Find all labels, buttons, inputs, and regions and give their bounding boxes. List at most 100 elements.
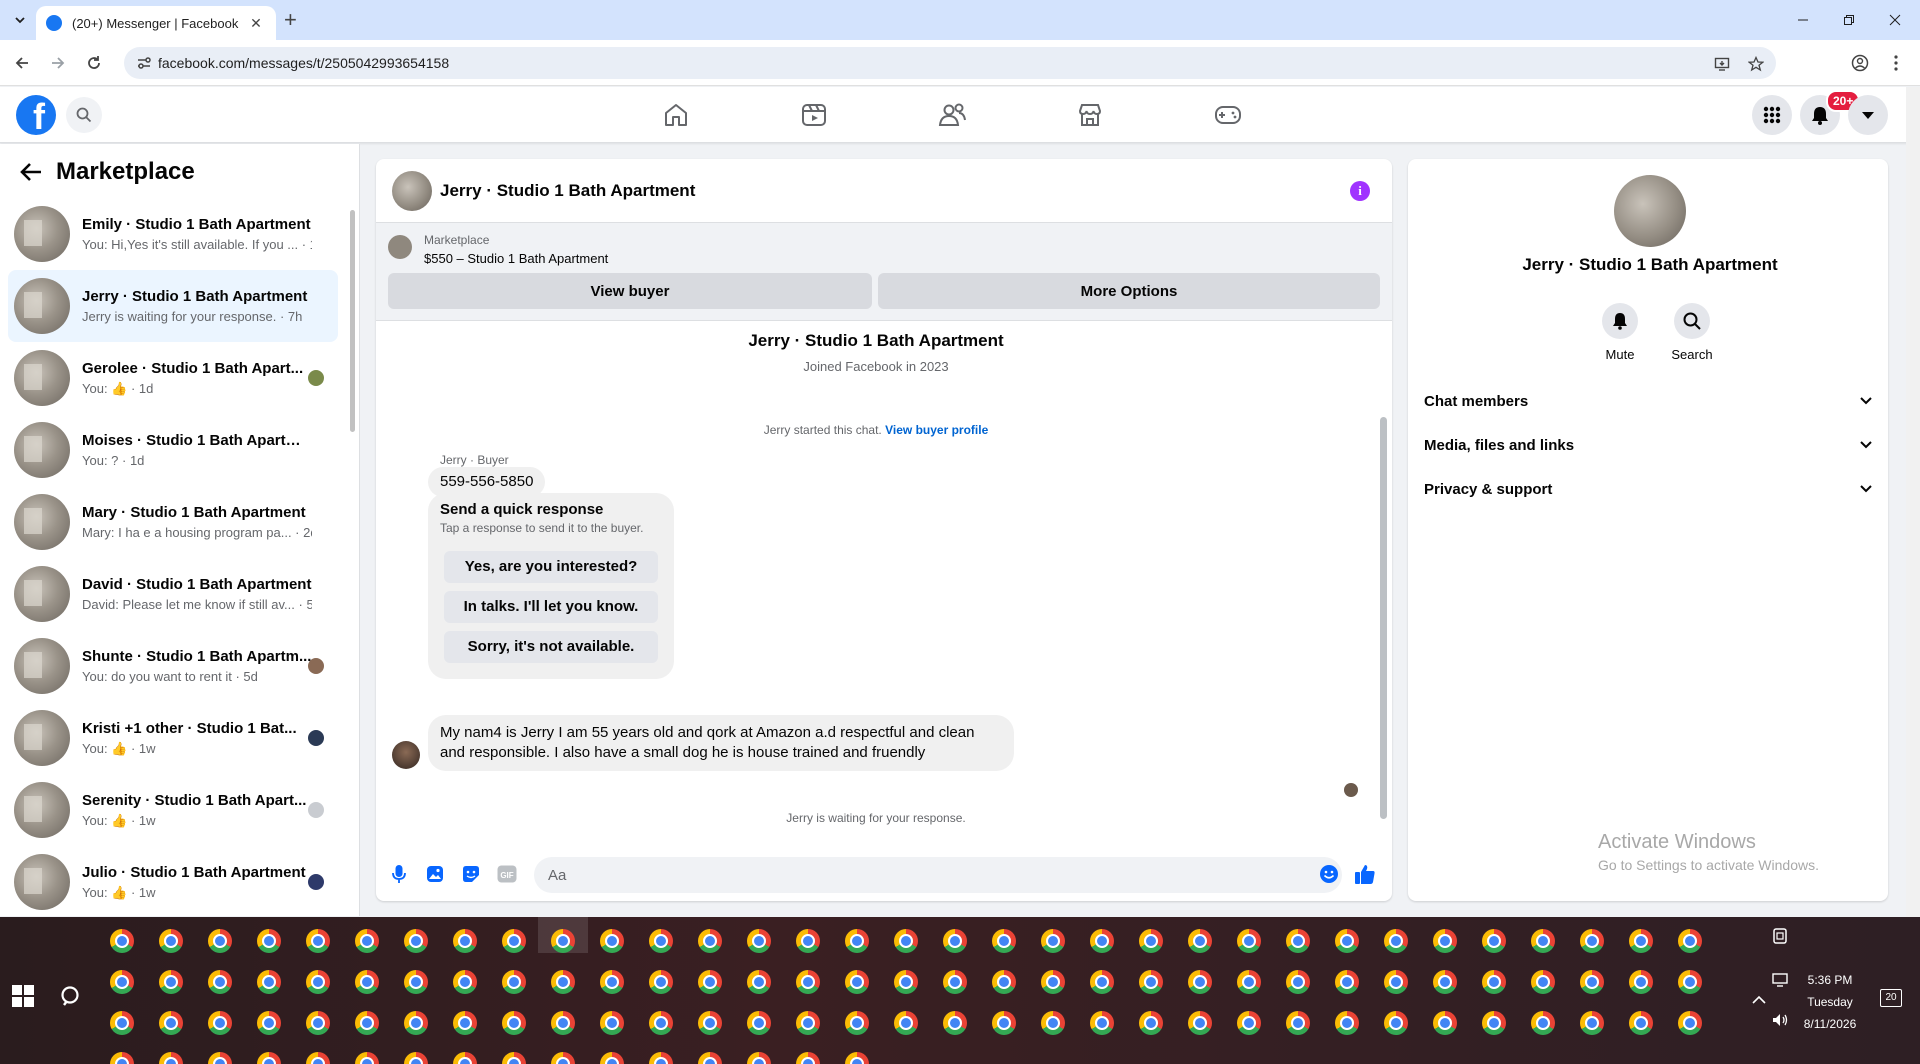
chrome-taskbar-icon[interactable]: [1139, 1011, 1163, 1035]
chrome-taskbar-icon[interactable]: [992, 970, 1016, 994]
chrome-taskbar-icon[interactable]: [747, 970, 771, 994]
chat-title[interactable]: Jerry · Studio 1 Bath Apartment: [440, 181, 695, 201]
chrome-taskbar-icon[interactable]: [845, 970, 869, 994]
facebook-logo[interactable]: f: [16, 95, 56, 135]
chrome-taskbar-icon[interactable]: [1188, 970, 1212, 994]
chrome-taskbar-icon[interactable]: [110, 929, 134, 953]
chrome-taskbar-icon[interactable]: [1482, 1011, 1506, 1035]
chrome-taskbar-icon[interactable]: [1580, 1011, 1604, 1035]
chrome-taskbar-icon[interactable]: [257, 1052, 281, 1064]
info-icon[interactable]: i: [1350, 181, 1370, 201]
chrome-taskbar-icon[interactable]: [502, 970, 526, 994]
chrome-taskbar-icon[interactable]: [257, 929, 281, 953]
chrome-taskbar-icon[interactable]: [1531, 970, 1555, 994]
chat-members-section[interactable]: Chat members: [1424, 383, 1872, 419]
chrome-taskbar-icon[interactable]: [1629, 929, 1653, 953]
chrome-taskbar-icon[interactable]: [796, 929, 820, 953]
chrome-taskbar-icon[interactable]: [1678, 929, 1702, 953]
chrome-taskbar-icon[interactable]: [404, 1052, 428, 1064]
chrome-taskbar-icon[interactable]: [1188, 929, 1212, 953]
chrome-taskbar-icon[interactable]: [1237, 970, 1261, 994]
chrome-taskbar-icon[interactable]: [1139, 929, 1163, 953]
chrome-taskbar-icon[interactable]: [502, 929, 526, 953]
account-button[interactable]: [1848, 95, 1888, 135]
chrome-taskbar-icon[interactable]: [502, 1011, 526, 1035]
chrome-taskbar-icon[interactable]: [208, 929, 232, 953]
chrome-taskbar-icon[interactable]: [159, 970, 183, 994]
privacy-support-section[interactable]: Privacy & support: [1424, 471, 1872, 507]
chrome-taskbar-icon[interactable]: [1433, 929, 1457, 953]
chrome-taskbar-icon[interactable]: [159, 1011, 183, 1035]
chrome-taskbar-icon[interactable]: [1384, 1011, 1408, 1035]
chrome-taskbar-icon[interactable]: [1188, 1011, 1212, 1035]
chrome-taskbar-icon[interactable]: [1090, 929, 1114, 953]
search-in-conversation-button[interactable]: [1674, 303, 1710, 339]
chat-scrollbar-thumb[interactable]: [1380, 417, 1387, 819]
chrome-taskbar-icon[interactable]: [649, 929, 673, 953]
tray-clock[interactable]: 5:36 PM Tuesday 8/11/2026: [1802, 969, 1858, 1035]
chrome-taskbar-icon[interactable]: [649, 970, 673, 994]
chrome-taskbar-icon[interactable]: [1531, 1011, 1555, 1035]
chrome-taskbar-icon[interactable]: [1090, 1011, 1114, 1035]
chrome-taskbar-icon[interactable]: [698, 1011, 722, 1035]
chrome-taskbar-icon[interactable]: [943, 1011, 967, 1035]
chrome-taskbar-icon[interactable]: [1041, 929, 1065, 953]
chrome-taskbar-icon[interactable]: [1580, 970, 1604, 994]
nav-video[interactable]: [798, 99, 830, 131]
chrome-taskbar-icon[interactable]: [1041, 1011, 1065, 1035]
chrome-taskbar-icon[interactable]: [1286, 929, 1310, 953]
chrome-taskbar-icon[interactable]: [1482, 970, 1506, 994]
mute-action[interactable]: Mute: [1590, 303, 1650, 362]
chrome-taskbar-icon[interactable]: [1286, 1011, 1310, 1035]
chrome-taskbar-icon[interactable]: [306, 929, 330, 953]
chrome-taskbar-icon[interactable]: [1629, 970, 1653, 994]
sender-avatar[interactable]: [392, 741, 420, 769]
view-buyer-profile-link[interactable]: View buyer profile: [885, 423, 988, 437]
quick-response-button[interactable]: Sorry, it's not available.: [444, 631, 658, 663]
voice-clip-button[interactable]: [388, 863, 410, 885]
new-tab-button[interactable]: +: [284, 9, 297, 31]
browser-tab-messenger[interactable]: (20+) Messenger | Facebook ✕: [36, 6, 276, 40]
nav-home[interactable]: [660, 99, 692, 131]
restore-button[interactable]: [1826, 0, 1872, 40]
chrome-taskbar-icon[interactable]: [453, 929, 477, 953]
chrome-taskbar-icon[interactable]: [1335, 970, 1359, 994]
chrome-taskbar-icon[interactable]: [1580, 929, 1604, 953]
volume-icon[interactable]: [1772, 1013, 1790, 1027]
chrome-taskbar-icon[interactable]: [796, 1052, 820, 1064]
chrome-taskbar-icon[interactable]: [551, 1011, 575, 1035]
site-settings-icon[interactable]: [136, 55, 152, 71]
conversation-item[interactable]: Serenity · Studio 1 Bath Apart... You: 👍 …: [8, 774, 338, 846]
attach-photo-button[interactable]: [424, 863, 446, 885]
chrome-taskbar-icon[interactable]: [747, 929, 771, 953]
close-window-button[interactable]: [1872, 0, 1918, 40]
chrome-taskbar-icon[interactable]: [796, 970, 820, 994]
chrome-taskbar-icon[interactable]: [1678, 970, 1702, 994]
chrome-taskbar-icon[interactable]: [355, 970, 379, 994]
conversation-item[interactable]: Shunte · Studio 1 Bath Apartm... You: do …: [8, 630, 338, 702]
windows-start-icon[interactable]: [12, 985, 34, 1007]
chrome-taskbar-icon[interactable]: [1237, 929, 1261, 953]
nav-marketplace[interactable]: [1074, 99, 1106, 131]
chrome-taskbar-icon[interactable]: [404, 1011, 428, 1035]
listing-thumbnail[interactable]: [388, 235, 412, 259]
chrome-taskbar-icon[interactable]: [453, 1052, 477, 1064]
chrome-taskbar-icon[interactable]: [698, 970, 722, 994]
like-button[interactable]: [1354, 863, 1376, 885]
chrome-taskbar-icon[interactable]: [894, 970, 918, 994]
bookmark-star-icon[interactable]: [1748, 56, 1764, 72]
chrome-taskbar-icon[interactable]: [943, 929, 967, 953]
chrome-taskbar-icon[interactable]: [502, 1052, 526, 1064]
tray-overflow-chevron-icon[interactable]: [1752, 995, 1766, 1005]
chrome-taskbar-icon[interactable]: [1139, 970, 1163, 994]
media-files-links-section[interactable]: Media, files and links: [1424, 427, 1872, 463]
chrome-taskbar-icon[interactable]: [257, 1011, 281, 1035]
chrome-taskbar-icon[interactable]: [1335, 1011, 1359, 1035]
chrome-taskbar-icon[interactable]: [551, 970, 575, 994]
chrome-taskbar-icon[interactable]: [747, 1011, 771, 1035]
chrome-taskbar-icon[interactable]: [355, 929, 379, 953]
chrome-taskbar-icon[interactable]: [453, 1011, 477, 1035]
chrome-taskbar-icon[interactable]: [1384, 929, 1408, 953]
details-avatar[interactable]: [1614, 175, 1686, 247]
install-app-icon[interactable]: [1714, 56, 1730, 72]
